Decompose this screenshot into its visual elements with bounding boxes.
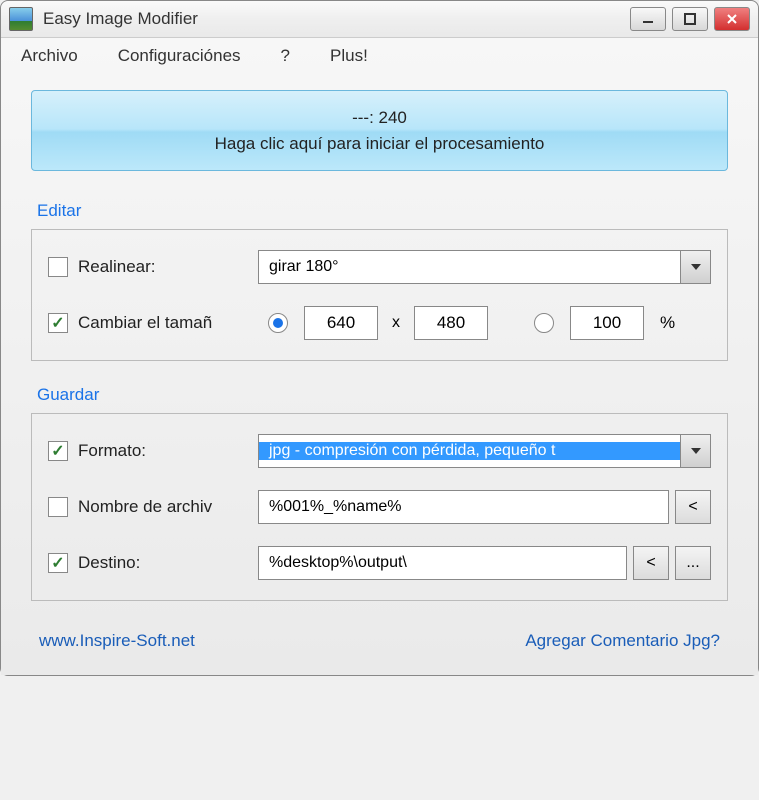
format-combo-value: jpg - compresión con pérdida, pequeño t (259, 442, 680, 460)
format-combo[interactable]: jpg - compresión con pérdida, pequeño t (258, 434, 711, 468)
menu-plus[interactable]: Plus! (330, 46, 368, 66)
window-title: Easy Image Modifier (43, 9, 630, 29)
filename-row: Nombre de archiv %001%_%name% < (48, 490, 711, 524)
resize-radio-pixels[interactable] (268, 313, 288, 333)
realign-combo-button[interactable] (680, 251, 710, 283)
content-area: ---: 240 Haga clic aquí para iniciar el … (1, 74, 758, 675)
action-count: ---: 240 (46, 105, 713, 131)
format-combo-button[interactable] (680, 435, 710, 467)
filename-checkbox[interactable] (48, 497, 68, 517)
realign-label: Realinear: (78, 257, 258, 277)
resize-radio-percent[interactable] (534, 313, 554, 333)
chevron-down-icon (691, 448, 701, 454)
filename-input[interactable]: %001%_%name% (258, 490, 669, 524)
start-processing-button[interactable]: ---: 240 Haga clic aquí para iniciar el … (31, 90, 728, 171)
dimension-separator: x (392, 314, 400, 332)
edit-group: Editar Realinear: girar 180° Cambiar el … (31, 201, 728, 361)
destination-checkbox[interactable] (48, 553, 68, 573)
height-input[interactable]: 480 (414, 306, 488, 340)
realign-checkbox[interactable] (48, 257, 68, 277)
destination-label: Destino: (78, 553, 258, 573)
minimize-button[interactable] (630, 7, 666, 31)
menubar: Archivo Configuraciónes ? Plus! (1, 38, 758, 74)
menu-config[interactable]: Configuraciónes (118, 46, 241, 66)
minimize-icon (641, 12, 655, 26)
footer: www.Inspire-Soft.net Agregar Comentario … (31, 625, 728, 651)
percent-symbol: % (660, 313, 675, 333)
close-button[interactable] (714, 7, 750, 31)
width-input[interactable]: 640 (304, 306, 378, 340)
destination-input[interactable]: %desktop%\output\ (258, 546, 627, 580)
save-group-title: Guardar (31, 385, 728, 405)
resize-checkbox[interactable] (48, 313, 68, 333)
menu-file[interactable]: Archivo (21, 46, 78, 66)
action-hint: Haga clic aquí para iniciar el procesami… (46, 131, 713, 157)
destination-row: Destino: %desktop%\output\ < ... (48, 546, 711, 580)
edit-group-title: Editar (31, 201, 728, 221)
filename-back-button[interactable]: < (675, 490, 711, 524)
save-group-box: Formato: jpg - compresión con pérdida, p… (31, 413, 728, 601)
destination-back-button[interactable]: < (633, 546, 669, 580)
menu-help[interactable]: ? (281, 46, 290, 66)
format-row: Formato: jpg - compresión con pérdida, p… (48, 434, 711, 468)
website-link[interactable]: www.Inspire-Soft.net (39, 631, 195, 651)
realign-row: Realinear: girar 180° (48, 250, 711, 284)
app-icon (9, 7, 33, 31)
filename-label: Nombre de archiv (78, 497, 258, 517)
app-window: Easy Image Modifier Archivo Configuració… (0, 0, 759, 676)
percent-input[interactable]: 100 (570, 306, 644, 340)
titlebar: Easy Image Modifier (1, 1, 758, 38)
resize-label: Cambiar el tamañ (78, 313, 258, 333)
maximize-button[interactable] (672, 7, 708, 31)
chevron-down-icon (691, 264, 701, 270)
realign-combo-value: girar 180° (259, 258, 680, 276)
maximize-icon (683, 12, 697, 26)
add-comment-link[interactable]: Agregar Comentario Jpg? (525, 631, 720, 651)
edit-group-box: Realinear: girar 180° Cambiar el tamañ 6… (31, 229, 728, 361)
close-icon (725, 12, 739, 26)
window-controls (630, 7, 750, 31)
format-label: Formato: (78, 441, 258, 461)
format-checkbox[interactable] (48, 441, 68, 461)
save-group: Guardar Formato: jpg - compresión con pé… (31, 385, 728, 601)
destination-browse-button[interactable]: ... (675, 546, 711, 580)
realign-combo[interactable]: girar 180° (258, 250, 711, 284)
resize-row: Cambiar el tamañ 640 x 480 100 % (48, 306, 711, 340)
